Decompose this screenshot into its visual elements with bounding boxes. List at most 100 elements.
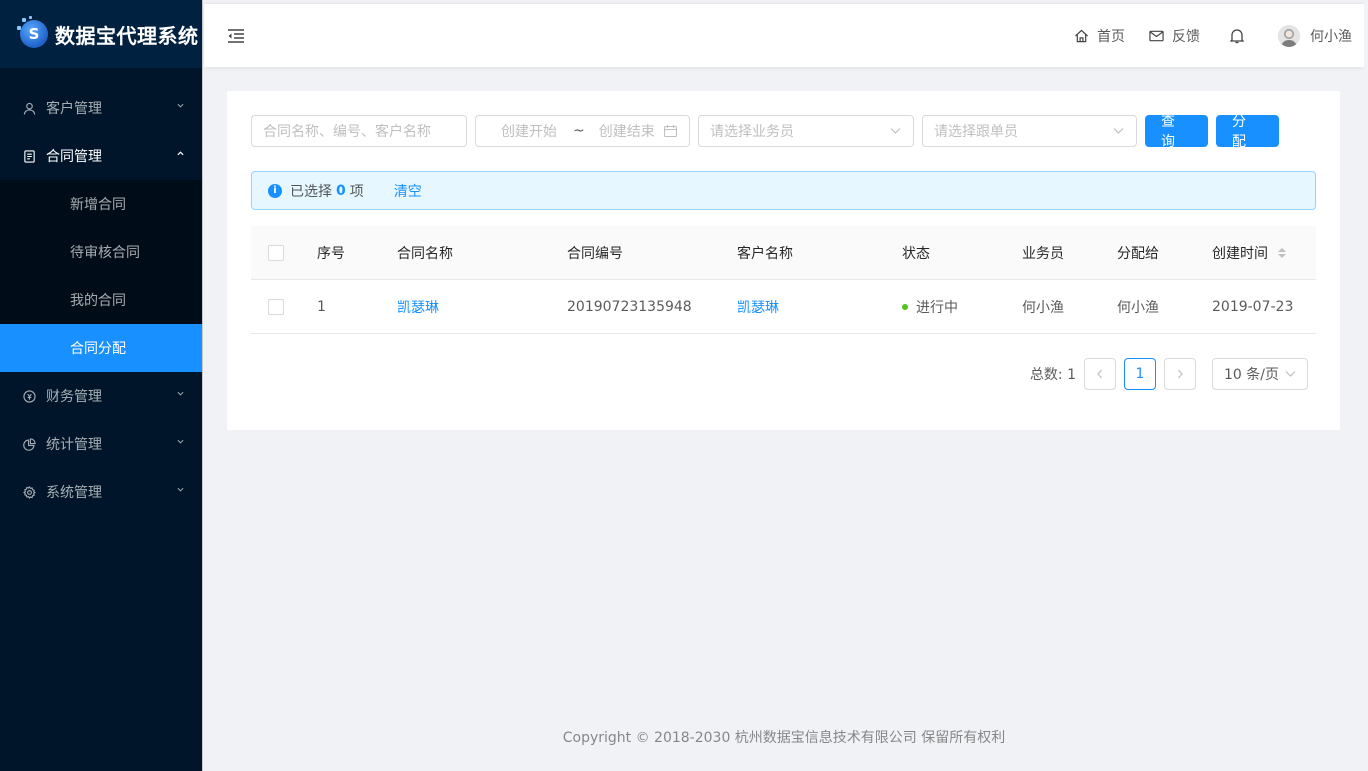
column-header-index: 序号 [317,246,345,262]
status-dot [902,304,908,310]
follower-select[interactable]: 请选择跟单员 [922,115,1137,147]
pagination: 总数: 1 1 10 条/页 [1030,358,1308,390]
row-checkbox[interactable] [268,299,284,315]
sidebar-item-contract[interactable]: 合同管理 [0,132,202,180]
gear-icon [22,485,36,499]
clear-selection-link[interactable]: 清空 [394,181,422,201]
page-size-value: 10 条/页 [1224,367,1279,383]
chevron-down-icon [177,391,184,396]
selected-count: 0 [336,182,346,199]
menu-fold-icon[interactable] [226,26,246,46]
date-start-placeholder: 创建开始 [501,124,557,140]
sidebar-item-label: 统计管理 [46,437,102,453]
avatar [1278,25,1300,47]
mail-icon [1149,30,1164,42]
sidebar-item-my-contract[interactable]: 我的合同 [0,276,202,324]
finance-icon [22,389,36,403]
table-row: 1 凯瑟琳 20190723135948 凯瑟琳 进行中 何小渔 何小渔 201… [251,280,1316,334]
pie-chart-icon [22,437,36,451]
chevron-right-icon [1178,369,1183,379]
chevron-down-icon [1113,128,1124,134]
window-edge [1364,0,1368,771]
sort-icon [1278,248,1286,258]
sidebar-item-finance[interactable]: 财务管理 [0,372,202,420]
bell-icon [1230,29,1244,44]
assign-button[interactable]: 分 配 [1216,114,1279,150]
column-header-contract-name: 合同名称 [397,246,453,262]
select-all-checkbox-cell [268,226,284,280]
cell-created: 2019-07-23 [1212,299,1294,315]
prev-page-button[interactable] [1084,358,1116,390]
selection-alert: i 已选择 0 项 清空 [251,171,1316,210]
cell-contract-no: 20190723135948 [567,299,692,315]
salesman-select[interactable]: 请选择业务员 [698,115,914,147]
sidebar-item-statistics[interactable]: 统计管理 [0,420,202,468]
select-all-checkbox[interactable] [268,245,284,261]
user-icon [22,101,36,115]
search-bar: 合同名称、编号、客户名称 创建开始 ~ 创建结束 请选择业务员 请选择跟单员 查… [251,114,1287,150]
query-button[interactable]: 查 询 [1145,114,1208,150]
contract-table: 序号 合同名称 合同编号 客户名称 状态 业务员 分配给 创建时间 1 凯瑟琳 … [251,226,1316,334]
sidebar-item-pending-contract[interactable]: 待审核合同 [0,228,202,276]
contract-submenu: 新增合同 待审核合同 我的合同 合同分配 [0,180,202,372]
table-header: 序号 合同名称 合同编号 客户名称 状态 业务员 分配给 创建时间 [251,226,1316,280]
column-header-status: 状态 [902,246,930,262]
cell-customer-link[interactable]: 凯瑟琳 [737,280,779,334]
sidebar-item-system[interactable]: 系统管理 [0,468,202,516]
chevron-down-icon [177,103,184,108]
chevron-down-icon [1285,371,1296,377]
column-header-created[interactable]: 创建时间 [1212,226,1286,280]
home-icon [1075,29,1088,43]
sidebar-item-customer[interactable]: 客户管理 [0,84,202,132]
next-page-button[interactable] [1164,358,1196,390]
status-text: 进行中 [916,300,958,316]
header: 首页 反馈 何小渔 [204,3,1364,67]
chevron-down-icon [177,487,184,492]
calendar-icon [664,125,677,137]
user-menu[interactable]: 何小渔 [1278,25,1352,47]
cell-assigned-to: 何小渔 [1117,300,1159,316]
date-range-picker[interactable]: 创建开始 ~ 创建结束 [475,115,690,147]
cell-status: 进行中 [902,280,958,334]
sidebar-item-new-contract[interactable]: 新增合同 [0,180,202,228]
chevron-up-icon [177,151,184,156]
logo-icon: S [17,16,48,48]
follower-placeholder: 请选择跟单员 [934,124,1018,140]
cell-index: 1 [317,299,326,315]
contract-search-placeholder: 合同名称、编号、客户名称 [263,124,431,140]
column-header-assigned-to: 分配给 [1117,246,1159,262]
sidebar-item-label: 财务管理 [46,389,102,405]
alert-prefix: 已选择 [290,183,332,200]
contract-search-input[interactable]: 合同名称、编号、客户名称 [251,115,467,147]
column-header-created-label: 创建时间 [1212,246,1268,262]
column-header-customer: 客户名称 [737,246,793,262]
app-title: 数据宝代理系统 [55,23,199,48]
sidebar: S 数据宝代理系统 客户管理 合同管理 新增合同 待审核合同 我的合同 合同分配 [0,0,203,771]
footer-copyright: Copyright © 2018-2030 杭州数据宝信息技术有限公司 保留所有… [562,730,1006,746]
salesman-placeholder: 请选择业务员 [710,124,794,140]
chevron-down-icon [890,128,901,134]
date-end-placeholder: 创建结束 [598,124,655,140]
info-icon: i [268,183,282,198]
date-separator: ~ [573,123,585,139]
notification-button[interactable] [1230,28,1244,44]
chevron-left-icon [1097,369,1102,379]
home-label: 首页 [1097,29,1125,45]
feedback-link[interactable]: 反馈 [1149,26,1200,46]
header-actions: 首页 反馈 何小渔 [1050,4,1352,68]
total-count: 总数: 1 [1029,367,1076,383]
sidebar-item-contract-assign[interactable]: 合同分配 [0,324,202,372]
column-header-salesman: 业务员 [1022,246,1064,262]
main-card: 合同名称、编号、客户名称 创建开始 ~ 创建结束 请选择业务员 请选择跟单员 查… [227,91,1340,430]
logo[interactable]: S 数据宝代理系统 [0,0,202,68]
cell-contract-name-link[interactable]: 凯瑟琳 [397,280,439,334]
home-link[interactable]: 首页 [1074,26,1125,46]
cell-salesman: 何小渔 [1022,300,1064,316]
feedback-label: 反馈 [1172,29,1200,45]
page-number-button[interactable]: 1 [1124,358,1156,390]
alert-suffix: 项 [349,183,364,200]
sidebar-menu: 客户管理 合同管理 新增合同 待审核合同 我的合同 合同分配 财务管理 统计管理… [0,68,202,516]
user-name: 何小渔 [1310,29,1352,45]
page-size-select[interactable]: 10 条/页 [1212,358,1308,390]
contract-icon [22,149,36,163]
